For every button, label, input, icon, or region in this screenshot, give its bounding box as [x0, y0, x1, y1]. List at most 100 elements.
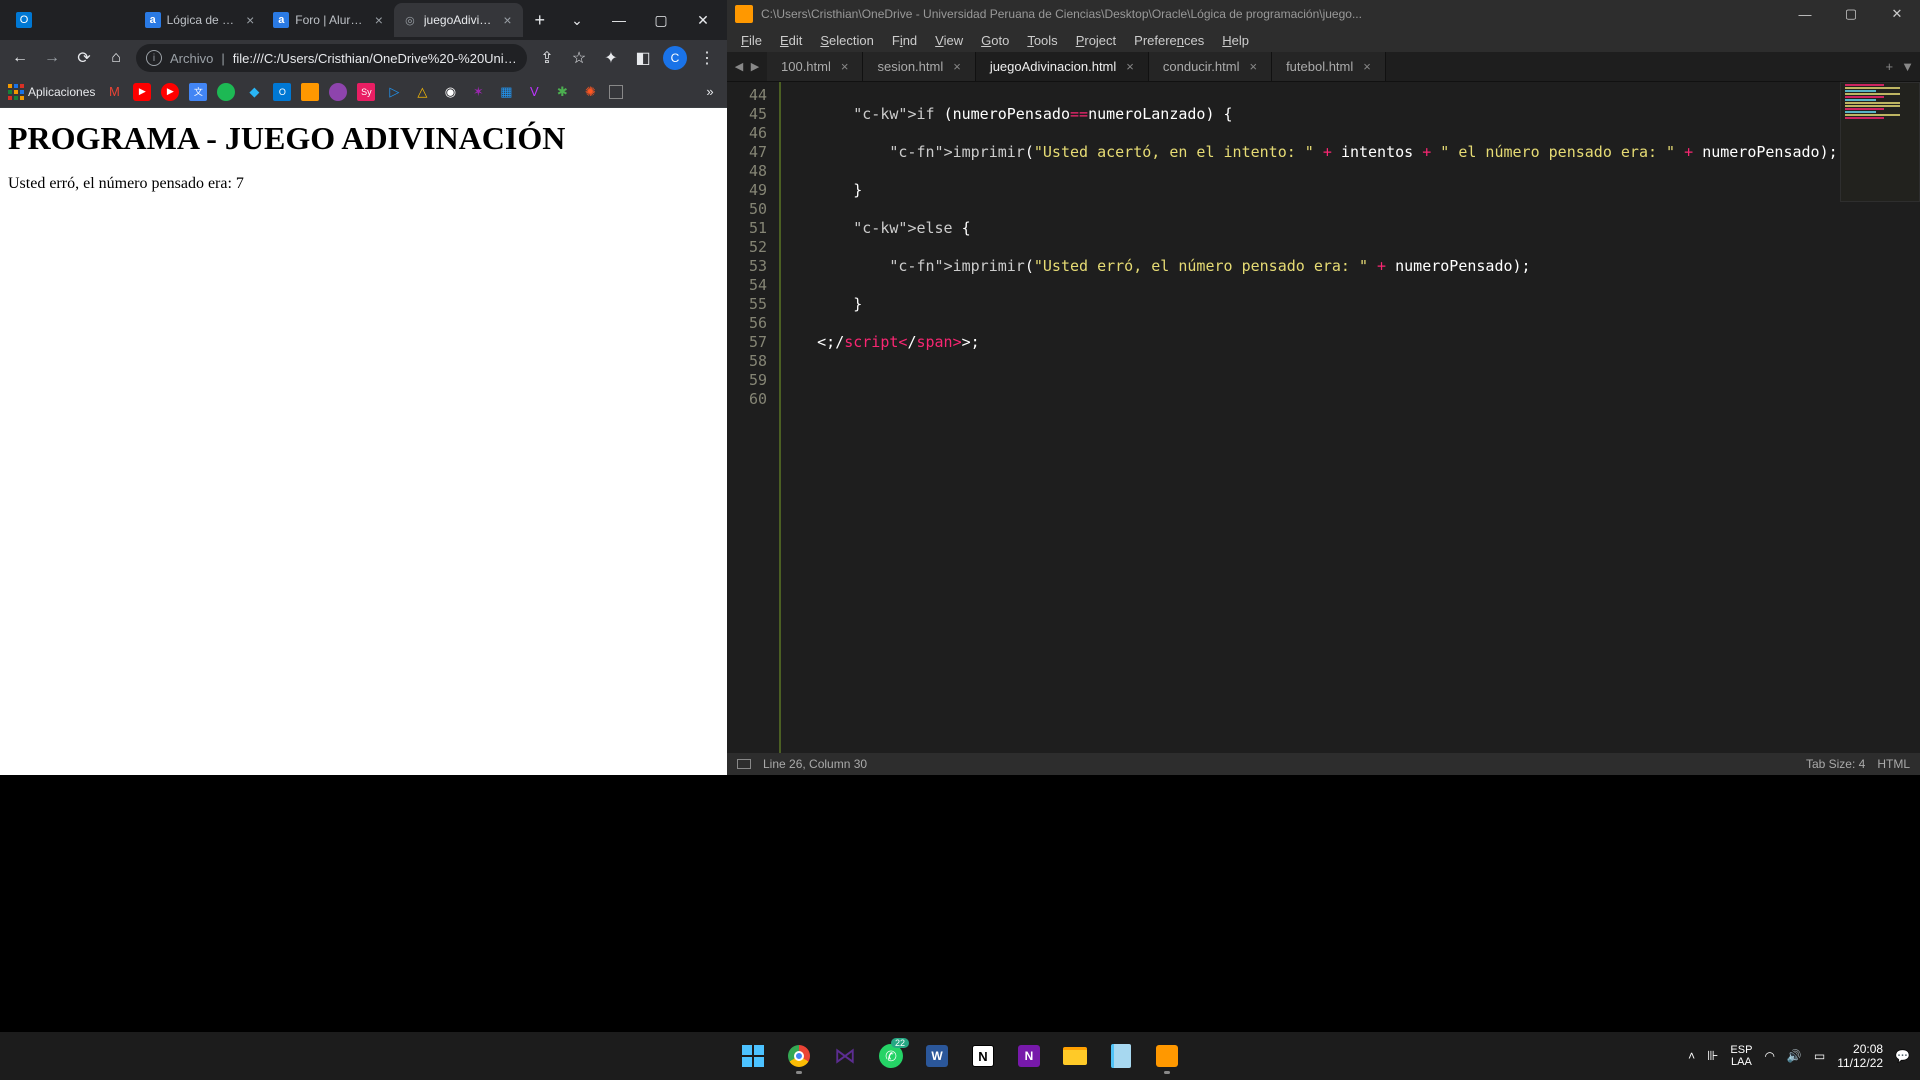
share-icon[interactable]: ⇪ [535, 46, 559, 70]
back-button[interactable]: ← [8, 46, 32, 70]
bookmark-icon[interactable]: ✶ [469, 83, 487, 101]
panel-switcher-icon[interactable] [737, 759, 751, 769]
bookmark-icon[interactable]: ✱ [553, 83, 571, 101]
minimize-button[interactable]: ― [599, 5, 639, 35]
gmail-icon[interactable]: M [105, 83, 123, 101]
close-icon[interactable]: × [243, 13, 257, 27]
whatsapp-badge: 22 [891, 1038, 909, 1048]
site-info-icon[interactable]: i [146, 50, 162, 66]
close-icon[interactable]: × [1126, 59, 1134, 74]
bookmark-icon[interactable]: ◆ [245, 83, 263, 101]
menu-file[interactable]: File [733, 31, 770, 50]
taskbar-vscode[interactable]: ⋈ [825, 1036, 865, 1076]
start-button[interactable] [733, 1036, 773, 1076]
menu-tools[interactable]: Tools [1019, 31, 1065, 50]
chrome-viewport: PROGRAMA - JUEGO ADIVINACIÓN Usted erró,… [0, 108, 727, 775]
editor-tab[interactable]: futebol.html× [1272, 52, 1386, 81]
taskbar-notion[interactable]: N [963, 1036, 1003, 1076]
chrome-tab-active[interactable]: ◎ juegoAdivinacio × [394, 3, 523, 37]
editor-tab[interactable]: 100.html× [767, 52, 863, 81]
youtube-icon[interactable]: ▶ [133, 83, 151, 101]
taskbar-explorer[interactable] [1055, 1036, 1095, 1076]
close-icon[interactable]: × [1249, 59, 1257, 74]
close-button[interactable]: ✕ [1874, 0, 1920, 28]
forward-button[interactable]: → [40, 46, 64, 70]
tab-search-icon[interactable]: ⌄ [557, 5, 597, 35]
chrome-tab[interactable]: a Lógica de progr × [137, 3, 266, 37]
menu-edit[interactable]: Edit [772, 31, 810, 50]
battery-icon[interactable]: ▭ [1814, 1049, 1825, 1063]
maximize-button[interactable]: ▢ [1828, 0, 1874, 28]
extensions-icon[interactable]: ✦ [599, 46, 623, 70]
nav-forward-icon[interactable]: ▶ [749, 61, 761, 73]
bookmarks-overflow-icon[interactable]: » [701, 83, 719, 101]
chrome-tab[interactable]: a Foro | Alura Lata × [265, 3, 394, 37]
side-panel-icon[interactable]: ◧ [631, 46, 655, 70]
menu-preferences[interactable]: Preferences [1126, 31, 1212, 50]
notifications-icon[interactable]: 💬 [1895, 1049, 1910, 1063]
new-tab-icon[interactable]: + [1886, 59, 1894, 74]
editor-tab[interactable]: conducir.html× [1149, 52, 1272, 81]
code-area[interactable]: "c-kw">if (numeroPensado==numeroLanzado)… [781, 82, 1920, 753]
close-icon[interactable]: × [372, 13, 386, 27]
tab-size[interactable]: Tab Size: 4 [1806, 757, 1865, 771]
address-bar[interactable]: i Archivo | file:///C:/Users/Cristhian/O… [136, 44, 527, 72]
github-icon[interactable]: ◉ [441, 83, 459, 101]
sublime-window: C:\Users\Cristhian\OneDrive - Universida… [727, 0, 1920, 775]
new-tab-button[interactable]: + [523, 10, 558, 31]
tray-overflow-icon[interactable]: ˄ [1688, 1049, 1695, 1063]
reload-button[interactable]: ⟳ [72, 46, 96, 70]
taskbar-word[interactable]: W [917, 1036, 957, 1076]
taskbar-sublime[interactable] [1147, 1036, 1187, 1076]
cursor-position[interactable]: Line 26, Column 30 [763, 757, 867, 771]
bookmark-icon[interactable] [301, 83, 319, 101]
bookmark-icon[interactable] [609, 85, 623, 99]
bookmark-icon[interactable]: Sy [357, 83, 375, 101]
menu-goto[interactable]: Goto [973, 31, 1017, 50]
tab-dropdown-icon[interactable]: ▼ [1901, 59, 1914, 74]
close-icon[interactable]: × [953, 59, 961, 74]
home-button[interactable]: ⌂ [104, 46, 128, 70]
syntax-lang[interactable]: HTML [1877, 757, 1910, 771]
taskbar-whatsapp[interactable]: ✆22 [871, 1036, 911, 1076]
spotify-icon[interactable] [217, 83, 235, 101]
close-button[interactable]: ✕ [683, 5, 723, 35]
close-icon[interactable]: × [1363, 59, 1371, 74]
menu-view[interactable]: View [927, 31, 971, 50]
ytmusic-icon[interactable]: ▶ [161, 83, 179, 101]
bookmark-icon[interactable]: ✺ [581, 83, 599, 101]
maximize-button[interactable]: ▢ [641, 5, 681, 35]
menu-selection[interactable]: Selection [812, 31, 881, 50]
taskbar-chrome[interactable] [779, 1036, 819, 1076]
tray-app-icon[interactable]: ⊪ [1707, 1048, 1718, 1064]
bookmark-star-icon[interactable]: ☆ [567, 46, 591, 70]
nav-back-icon[interactable]: ◀ [733, 61, 745, 73]
minimize-button[interactable]: ― [1782, 0, 1828, 28]
minimap[interactable] [1840, 82, 1920, 202]
bookmark-icon[interactable]: ▷ [385, 83, 403, 101]
close-icon[interactable]: × [841, 59, 849, 74]
taskbar-notepad[interactable] [1101, 1036, 1141, 1076]
vite-icon[interactable]: V [525, 83, 543, 101]
menu-find[interactable]: Find [884, 31, 925, 50]
url-label: Archivo [170, 51, 213, 66]
chrome-menu-icon[interactable]: ⋮ [695, 46, 719, 70]
apps-shortcut[interactable]: Aplicaciones [8, 84, 95, 100]
volume-icon[interactable]: 🔊 [1787, 1049, 1802, 1063]
clock[interactable]: 20:08 11/12/22 [1837, 1042, 1883, 1070]
outlook-icon[interactable]: O [273, 83, 291, 101]
editor-tab-active[interactable]: juegoAdivinacion.html× [976, 52, 1149, 81]
bookmark-icon[interactable]: ▦ [497, 83, 515, 101]
menu-project[interactable]: Project [1068, 31, 1124, 50]
wifi-icon[interactable]: ◠ [1764, 1049, 1774, 1063]
profile-avatar[interactable]: C [663, 46, 687, 70]
close-icon[interactable]: × [501, 13, 515, 27]
drive-icon[interactable]: △ [413, 83, 431, 101]
chrome-tab[interactable]: O [8, 3, 137, 37]
menu-help[interactable]: Help [1214, 31, 1257, 50]
editor-tab[interactable]: sesion.html× [863, 52, 975, 81]
bookmark-icon[interactable] [329, 83, 347, 101]
language-indicator[interactable]: ESP LAA [1730, 1044, 1752, 1068]
taskbar-onenote[interactable]: N [1009, 1036, 1049, 1076]
translate-icon[interactable]: 文 [189, 83, 207, 101]
